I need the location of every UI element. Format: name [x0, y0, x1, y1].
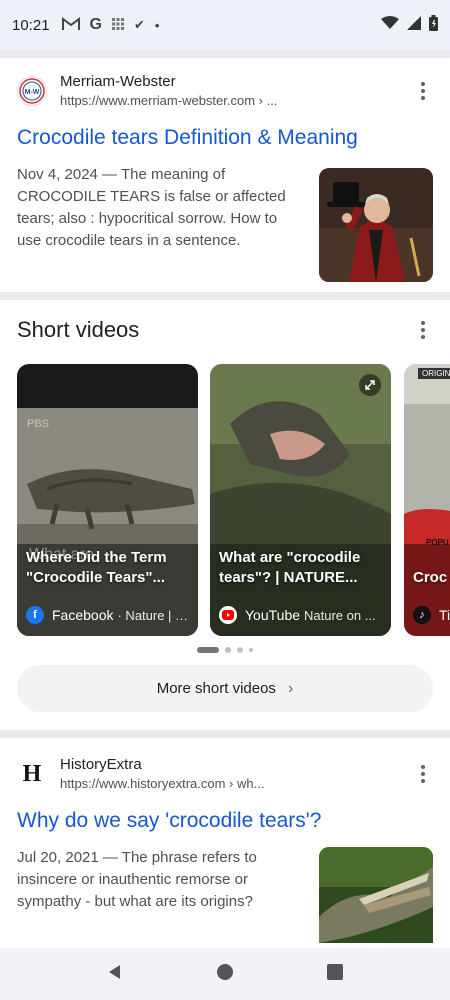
site-url: https://www.historyextra.com › wh...	[60, 776, 265, 791]
pagination-dot	[237, 647, 243, 653]
google-icon: G	[89, 16, 102, 33]
video-source: YouTube Nature on ...	[219, 606, 385, 624]
status-bar: 10:21 G ✔ •	[0, 0, 450, 50]
carousel-pagination	[0, 647, 450, 653]
result-title-link[interactable]: Crocodile tears Definition & Meaning	[17, 124, 433, 152]
site-favicon: H	[17, 759, 47, 789]
status-time: 10:21	[12, 16, 50, 34]
wifi-icon	[381, 15, 399, 35]
site-name: Merriam-Webster	[60, 73, 176, 90]
video-caption: Where Did the Term "Crocodile Tears"...	[26, 549, 167, 586]
result-thumbnail[interactable]	[319, 847, 433, 943]
source-meta: · Nature | P...	[117, 607, 192, 623]
more-short-videos-button[interactable]: More short videos ›	[17, 665, 433, 712]
more-short-videos-label: More short videos	[156, 680, 276, 697]
result-site-row[interactable]: H HistoryExtra https://www.historyextra.…	[17, 751, 433, 797]
snippet-row: Nov 4, 2024 — The meaning of CROCODILE T…	[17, 164, 433, 282]
video-source: f Facebook · Nature | P...	[26, 606, 192, 624]
pagination-dot	[225, 647, 231, 653]
divider	[0, 730, 450, 738]
video-card[interactable]: What are "crocodile tears"? | NATURE... …	[210, 364, 391, 636]
source-name: Ti	[439, 607, 450, 623]
more-options-icon[interactable]	[413, 321, 433, 339]
dot-icon: •	[154, 17, 160, 33]
divider	[0, 50, 450, 58]
divider	[0, 292, 450, 300]
check-icon: ✔	[134, 17, 145, 32]
back-icon[interactable]	[106, 963, 124, 986]
sign-text: POPU	[426, 538, 449, 547]
video-card[interactable]: ORIGIN POPU Croc Popu ♪ Ti	[404, 364, 450, 636]
site-text: HistoryExtra https://www.historyextra.co…	[60, 755, 413, 793]
status-right	[381, 14, 438, 36]
result-site-row[interactable]: M-W Merriam-Webster https://www.merriam-…	[17, 68, 433, 114]
source-name: YouTube	[245, 607, 301, 623]
system-navigation-bar	[0, 948, 450, 1000]
video-caption: What are "crocodile tears"? | NATURE...	[219, 549, 361, 586]
short-videos-title: Short videos	[17, 317, 140, 342]
recents-icon[interactable]	[326, 963, 344, 986]
tiktok-icon: ♪	[413, 606, 431, 624]
more-options-icon[interactable]	[413, 82, 433, 100]
short-videos-carousel[interactable]: PBS What are Where Did the Term "Crocodi…	[17, 364, 450, 636]
source-name: Facebook	[52, 607, 114, 623]
site-text: Merriam-Webster https://www.merriam-webs…	[60, 72, 413, 110]
pagination-dot	[249, 648, 253, 652]
search-result-historyextra: H HistoryExtra https://www.historyextra.…	[0, 751, 450, 943]
signal-icon	[407, 15, 421, 35]
video-badge: ORIGIN	[418, 368, 450, 379]
result-snippet: Nov 4, 2024 — The meaning of CROCODILE T…	[17, 166, 286, 249]
chevron-right-icon: ›	[287, 679, 294, 697]
gmail-icon	[61, 16, 80, 34]
short-videos-header: Short videos	[17, 312, 433, 348]
search-result-merriam-webster: M-W Merriam-Webster https://www.merriam-…	[0, 68, 450, 282]
site-favicon: M-W	[17, 76, 47, 106]
favicon-text: M-W	[25, 89, 40, 96]
result-snippet: Jul 20, 2021 — The phrase refers to insi…	[17, 849, 257, 910]
grid-icon	[112, 17, 124, 33]
video-source: ♪ Ti	[413, 606, 450, 624]
site-url: https://www.merriam-webster.com › ...	[60, 93, 278, 108]
youtube-icon	[219, 606, 237, 624]
source-meta: Nature on ...	[304, 607, 376, 623]
result-title-link[interactable]: Why do we say 'crocodile tears'?	[17, 807, 433, 835]
expand-icon[interactable]	[359, 374, 381, 396]
favicon-text: H	[22, 760, 42, 787]
more-options-icon[interactable]	[413, 765, 433, 783]
pagination-dot	[197, 647, 219, 653]
snippet-row: Jul 20, 2021 — The phrase refers to insi…	[17, 847, 433, 943]
facebook-icon: f	[26, 606, 44, 624]
home-icon[interactable]	[216, 963, 234, 986]
video-card[interactable]: PBS What are Where Did the Term "Crocodi…	[17, 364, 198, 636]
result-thumbnail[interactable]	[319, 168, 433, 282]
site-name: HistoryExtra	[60, 756, 142, 773]
pbs-watermark: PBS	[27, 418, 50, 430]
video-caption: Croc Popu	[413, 569, 450, 586]
battery-icon	[429, 14, 438, 36]
